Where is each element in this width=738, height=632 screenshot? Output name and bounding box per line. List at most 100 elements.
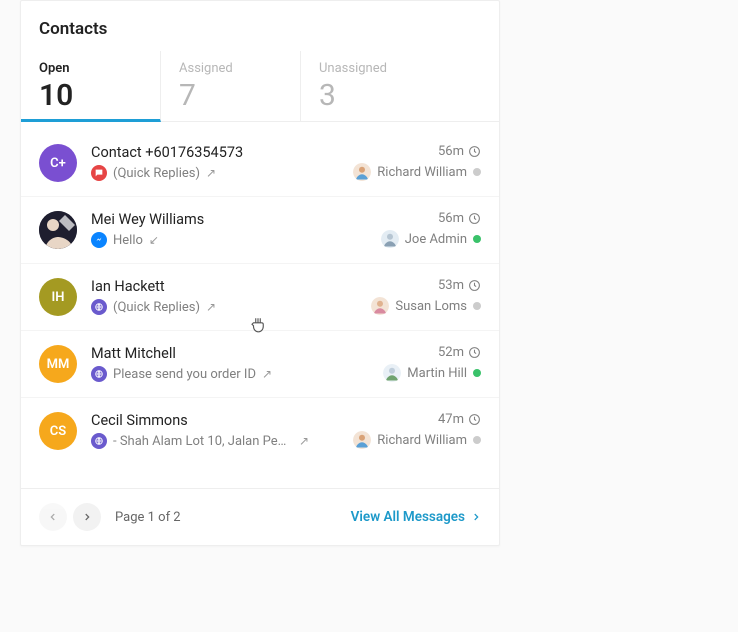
- message-line: (Quick Replies) ↗: [91, 165, 341, 181]
- message-text: (Quick Replies): [113, 166, 200, 181]
- panel-title: Contacts: [39, 19, 481, 39]
- status-dot: [473, 302, 481, 310]
- row-main: Mei Wey Williams Hello ↙: [91, 211, 341, 248]
- clock-icon: [468, 413, 481, 426]
- footer: Page 1 of 2 View All Messages: [21, 488, 499, 545]
- row-right: 56m Richard William: [341, 144, 481, 181]
- avatar: IH: [39, 278, 77, 316]
- tab-count: 10: [39, 78, 142, 113]
- assignee-avatar: [371, 297, 389, 315]
- assignee-name: Richard William: [377, 433, 467, 448]
- avatar: C+: [39, 144, 77, 182]
- message-line: (Quick Replies) ↗: [91, 299, 341, 315]
- clock-icon: [468, 346, 481, 359]
- time-line: 53m: [341, 278, 481, 293]
- avatar: [39, 211, 77, 249]
- assignee-name: Joe Admin: [405, 232, 467, 247]
- tabs: Open 10 Assigned 7 Unassigned 3: [21, 51, 499, 122]
- status-dot: [473, 235, 481, 243]
- row-main: Matt Mitchell Please send you order ID ↗: [91, 345, 341, 382]
- time-text: 47m: [438, 412, 464, 427]
- time-line: 56m: [341, 144, 481, 159]
- contact-row[interactable]: C+ Contact +60176354573 (Quick Replies) …: [21, 122, 499, 196]
- avatar: MM: [39, 345, 77, 383]
- chat-icon: [91, 165, 107, 181]
- web-icon: [91, 299, 107, 315]
- arrow-out-icon: ↗: [299, 434, 309, 448]
- tab-unassigned[interactable]: Unassigned 3: [301, 51, 441, 121]
- tab-open[interactable]: Open 10: [21, 51, 161, 122]
- row-main: Ian Hackett (Quick Replies) ↗: [91, 278, 341, 315]
- message-line: Hello ↙: [91, 232, 341, 248]
- message-text: Hello: [113, 233, 143, 248]
- contact-list: C+ Contact +60176354573 (Quick Replies) …: [21, 122, 499, 470]
- page-indicator: Page 1 of 2: [115, 510, 181, 525]
- next-page-button[interactable]: [73, 503, 101, 531]
- assignee-name: Martin Hill: [407, 366, 467, 381]
- chevron-right-icon: [471, 512, 481, 522]
- assignee-avatar: [383, 364, 401, 382]
- clock-icon: [468, 212, 481, 225]
- contact-name: Cecil Simmons: [91, 412, 341, 429]
- contact-name: Mei Wey Williams: [91, 211, 341, 228]
- assignee-avatar: [353, 431, 371, 449]
- time-text: 56m: [438, 211, 464, 226]
- assignee-avatar: [353, 163, 371, 181]
- row-right: 52m Martin Hill: [341, 345, 481, 382]
- web-icon: [91, 433, 107, 449]
- time-text: 56m: [438, 144, 464, 159]
- status-dot: [473, 168, 481, 176]
- arrow-out-icon: ↗: [206, 166, 216, 180]
- assignee-line: Richard William: [341, 431, 481, 449]
- message-text: (Quick Replies): [113, 300, 200, 315]
- status-dot: [473, 436, 481, 444]
- row-main: Contact +60176354573 (Quick Replies) ↗: [91, 144, 341, 181]
- contact-row[interactable]: MM Matt Mitchell Please send you order I…: [21, 330, 499, 397]
- assignee-avatar: [381, 230, 399, 248]
- assignee-line: Martin Hill: [341, 364, 481, 382]
- contact-name: Matt Mitchell: [91, 345, 341, 362]
- tab-assigned[interactable]: Assigned 7: [161, 51, 301, 121]
- assignee-line: Richard William: [341, 163, 481, 181]
- arrow-in-icon: ↙: [149, 233, 159, 247]
- arrow-out-icon: ↗: [206, 300, 216, 314]
- assignee-name: Susan Loms: [395, 299, 467, 314]
- web-icon: [91, 366, 107, 382]
- assignee-line: Joe Admin: [341, 230, 481, 248]
- time-line: 47m: [341, 412, 481, 427]
- arrow-out-icon: ↗: [262, 367, 272, 381]
- panel-header: Contacts: [21, 1, 499, 51]
- contact-name: Contact +60176354573: [91, 144, 341, 161]
- messenger-icon: [91, 232, 107, 248]
- row-right: 53m Susan Loms: [341, 278, 481, 315]
- clock-icon: [468, 145, 481, 158]
- contact-row[interactable]: IH Ian Hackett (Quick Replies) ↗ 53m: [21, 263, 499, 330]
- prev-page-button[interactable]: [39, 503, 67, 531]
- view-all-link[interactable]: View All Messages: [351, 509, 481, 525]
- tab-label: Assigned: [179, 61, 282, 76]
- message-line: Please send you order ID ↗: [91, 366, 341, 382]
- tab-label: Unassigned: [319, 61, 423, 76]
- contact-row[interactable]: CS Cecil Simmons - Shah Alam Lot 10, Jal…: [21, 397, 499, 464]
- view-all-label: View All Messages: [351, 509, 465, 525]
- time-text: 53m: [438, 278, 464, 293]
- tab-count: 7: [179, 78, 282, 113]
- assignee-name: Richard William: [377, 165, 467, 180]
- avatar: CS: [39, 412, 77, 450]
- time-line: 56m: [341, 211, 481, 226]
- row-right: 47m Richard William: [341, 412, 481, 449]
- row-right: 56m Joe Admin: [341, 211, 481, 248]
- assignee-line: Susan Loms: [341, 297, 481, 315]
- tab-label: Open: [39, 61, 142, 76]
- contact-name: Ian Hackett: [91, 278, 341, 295]
- status-dot: [473, 369, 481, 377]
- time-text: 52m: [438, 345, 464, 360]
- contact-row[interactable]: Mei Wey Williams Hello ↙ 56m Joe Admin: [21, 196, 499, 263]
- contacts-panel: Contacts Open 10 Assigned 7 Unassigned 3…: [20, 0, 500, 546]
- message-text: - Shah Alam Lot 10, Jalan Pem…: [113, 434, 293, 449]
- clock-icon: [468, 279, 481, 292]
- message-text: Please send you order ID: [113, 367, 256, 382]
- tab-count: 3: [319, 78, 423, 113]
- time-line: 52m: [341, 345, 481, 360]
- message-line: - Shah Alam Lot 10, Jalan Pem… ↗: [91, 433, 341, 449]
